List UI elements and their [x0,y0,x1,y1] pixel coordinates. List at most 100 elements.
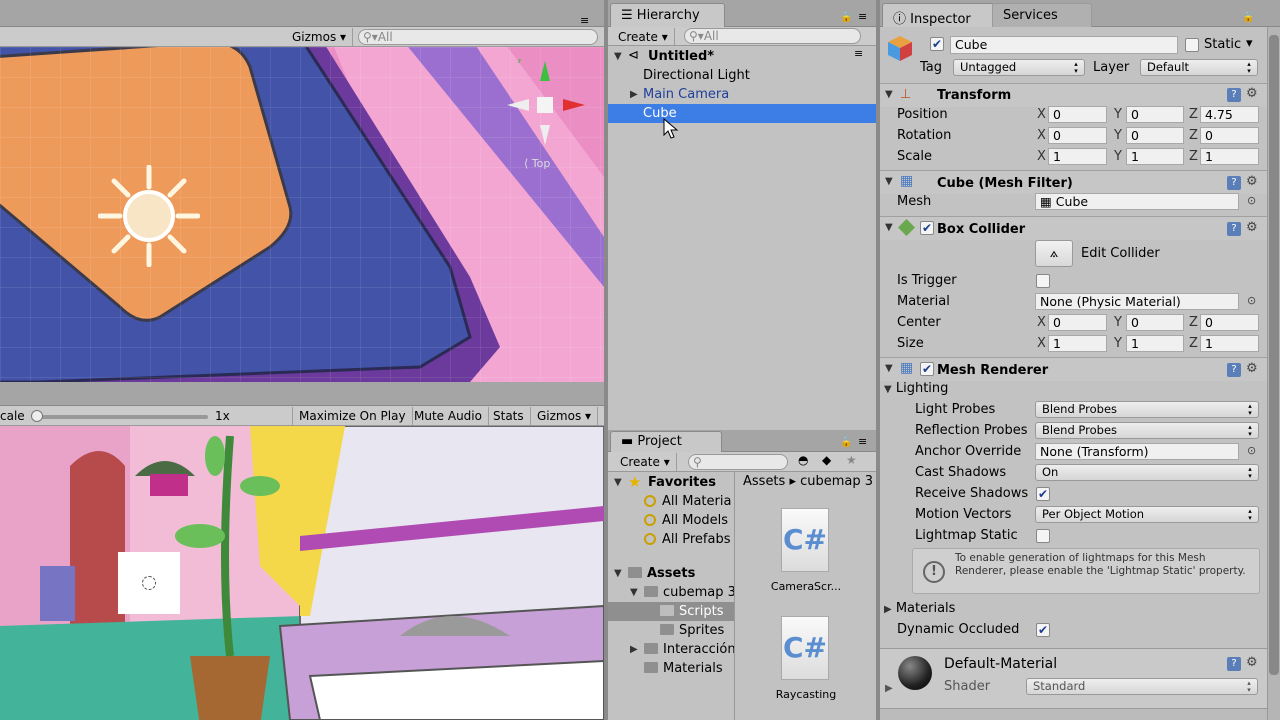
collider-material-field[interactable]: None (Physic Material) [1035,293,1239,310]
window-control[interactable]: ≡ [580,14,589,27]
favorites-item[interactable]: All Materia [608,492,734,511]
position-z-field[interactable]: 4.75 [1200,106,1259,123]
lighting-foldout[interactable]: ▼ Lighting [884,381,948,396]
tree-item-scripts[interactable]: Scripts [608,602,734,621]
expand-arrow-icon[interactable]: ▼ [614,568,622,579]
expand-arrow-icon[interactable]: ▶ [630,89,638,100]
object-picker-icon[interactable]: ⊙ [1247,444,1256,457]
reflection-probes-dropdown[interactable]: Blend Probes [1035,422,1259,439]
scene-menu-icon[interactable]: ≡ [854,47,863,60]
size-x-field[interactable]: 1 [1048,335,1107,352]
light-probes-dropdown[interactable]: Blend Probes [1035,401,1259,418]
gear-icon[interactable]: ⚙ [1246,174,1258,189]
scale-x-field[interactable]: 1 [1048,148,1107,165]
filter-label-icon[interactable]: ◆ [822,453,831,467]
position-x-field[interactable]: 0 [1048,106,1107,123]
panel-divider[interactable] [604,0,608,720]
gear-icon[interactable]: ⚙ [1246,86,1258,101]
motion-vectors-dropdown[interactable]: Per Object Motion [1035,506,1259,523]
help-icon[interactable]: ? [1227,657,1241,671]
panel-divider[interactable] [876,0,880,720]
stats-button[interactable]: Stats [487,407,531,425]
object-picker-icon[interactable]: ⊙ [1247,294,1256,307]
lock-icon[interactable]: 🔒 [840,12,852,23]
assets-header[interactable]: ▼ Assets [608,564,734,583]
gear-icon[interactable]: ⚙ [1246,655,1258,670]
inspector-scrollbar[interactable] [1267,27,1280,720]
game-scale-slider[interactable] [36,415,208,419]
object-name-field[interactable]: Cube [950,36,1178,54]
box-collider-enabled-checkbox[interactable]: ✔ [920,221,934,235]
size-y-field[interactable]: 1 [1126,335,1184,352]
tree-item-sprites[interactable]: Sprites [608,621,734,640]
collapse-arrow-icon[interactable]: ▼ [885,222,893,233]
hierarchy-item-directional-light[interactable]: Directional Light [608,66,876,85]
help-icon[interactable]: ? [1227,222,1241,236]
collapse-arrow-icon[interactable]: ▼ [885,363,893,374]
filter-type-icon[interactable]: ◓ [798,453,808,467]
size-z-field[interactable]: 1 [1200,335,1259,352]
lock-icon[interactable]: 🔒 [840,437,852,448]
tab-project[interactable]: ▬ Project [610,431,722,452]
hierarchy-item-main-camera[interactable]: ▶ Main Camera [608,85,876,104]
hierarchy-search-input[interactable]: ⚲▾All [684,28,861,44]
scene-view[interactable]: y ⟨ Top [0,47,604,382]
dynamic-occluded-checkbox[interactable]: ✔ [1036,623,1050,637]
is-trigger-checkbox[interactable] [1036,274,1050,288]
collapse-arrow-icon[interactable]: ▼ [885,89,893,100]
hierarchy-create-button[interactable]: Create ▾ [612,28,675,46]
expand-arrow-icon[interactable]: ▼ [630,587,638,598]
file-raycasting[interactable]: C# Raycasting [761,616,851,706]
game-view[interactable] [0,426,604,720]
tag-dropdown[interactable]: Untagged [953,59,1085,76]
maximize-on-play-button[interactable]: Maximize On Play [292,407,413,425]
file-camerascript[interactable]: C# CameraScr... [761,508,851,598]
expand-arrow-icon[interactable]: ▶ [630,644,638,655]
center-y-field[interactable]: 0 [1126,314,1184,331]
scene-search-input[interactable]: ⚲▾All [358,29,598,45]
expand-arrow-icon[interactable]: ▶ [884,604,892,615]
shader-dropdown[interactable]: Standard [1026,678,1258,695]
scene-gizmos-button[interactable]: Gizmos ▾ [286,28,354,46]
collapse-arrow-icon[interactable]: ▼ [884,384,892,395]
hierarchy-item-cube[interactable]: Cube [608,104,876,123]
favorites-item[interactable]: All Prefabs [608,530,734,549]
mesh-renderer-enabled-checkbox[interactable]: ✔ [920,362,934,376]
layer-dropdown[interactable]: Default [1140,59,1258,76]
favorites-header[interactable]: ▼ ★ Favorites [608,473,734,492]
favorite-star-icon[interactable]: ★ [846,453,857,467]
expand-arrow-icon[interactable]: ▶ [885,683,893,694]
breadcrumb[interactable]: Assets ▸ cubemap 3 [743,474,873,489]
lock-icon[interactable]: 🔒 [1242,12,1254,23]
mesh-field[interactable]: ▦ Cube [1035,193,1239,210]
expand-arrow-icon[interactable]: ▼ [614,51,622,62]
tree-item-cubemap[interactable]: ▼ cubemap 3 [608,583,734,602]
favorites-item[interactable]: All Models [608,511,734,530]
tab-inspector[interactable]: ⓘ Inspector [882,3,994,27]
static-dropdown-icon[interactable]: ▾ [1246,36,1253,51]
rotation-y-field[interactable]: 0 [1126,127,1184,144]
project-create-button[interactable]: Create ▾ [614,453,677,471]
rotation-x-field[interactable]: 0 [1048,127,1107,144]
directional-light-icon[interactable] [97,164,201,268]
gear-icon[interactable]: ⚙ [1246,220,1258,235]
game-gizmos-button[interactable]: Gizmos ▾ [531,407,599,425]
scale-z-field[interactable]: 1 [1200,148,1259,165]
tree-item-materials[interactable]: Materials [608,659,734,678]
scrollbar-thumb[interactable] [1269,35,1279,675]
tab-hierarchy[interactable]: ☰ Hierarchy [610,3,725,27]
edit-collider-button[interactable]: ⟑ [1035,240,1073,267]
cast-shadows-dropdown[interactable]: On [1035,464,1259,481]
help-icon[interactable]: ? [1227,88,1241,102]
tree-item-interaccion[interactable]: ▶ Interacción [608,640,734,659]
center-x-field[interactable]: 0 [1048,314,1107,331]
receive-shadows-checkbox[interactable]: ✔ [1036,487,1050,501]
rotation-z-field[interactable]: 0 [1200,127,1259,144]
scene-persp-label[interactable]: ⟨ Top [524,157,550,170]
gear-icon[interactable]: ⚙ [1246,361,1258,376]
mesh-filter-header[interactable]: ▼ ▦ Cube (Mesh Filter) ? ⚙ [880,170,1267,194]
scale-y-field[interactable]: 1 [1126,148,1184,165]
object-active-checkbox[interactable]: ✔ [930,37,944,51]
scene-root[interactable]: ▼ ⊲ Untitled* ≡ [608,47,876,66]
transform-header[interactable]: ▼ ⊥ Transform ? ⚙ [880,83,1267,107]
